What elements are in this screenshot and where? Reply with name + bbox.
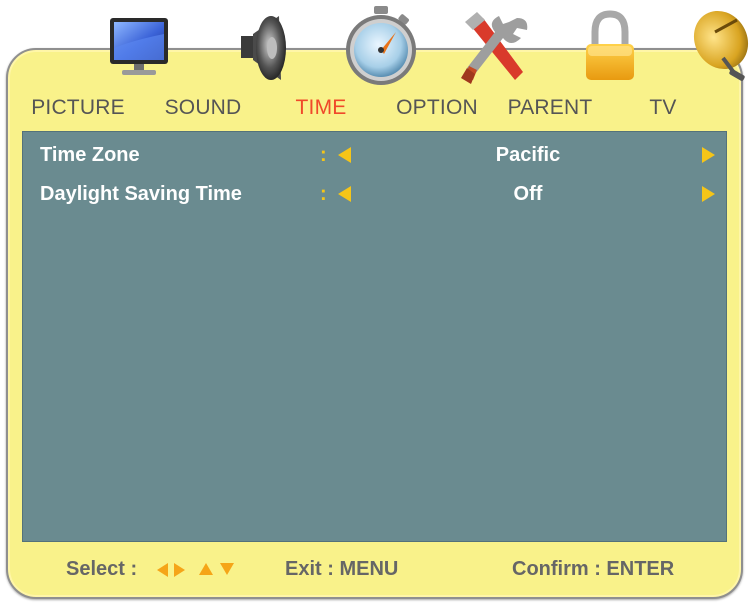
tab-picture[interactable]: PICTURE bbox=[18, 0, 168, 130]
tab-label: PICTURE bbox=[31, 96, 125, 119]
setting-row-daylight-saving-time[interactable]: Daylight Saving Time : Off bbox=[23, 177, 726, 213]
tab-label: SOUND bbox=[164, 96, 242, 119]
down-arrow-icon bbox=[220, 563, 234, 575]
right-arrow-icon[interactable] bbox=[702, 186, 715, 202]
exit-hint: Exit : MENU bbox=[285, 558, 399, 580]
right-arrow-icon bbox=[174, 563, 185, 577]
tab-option[interactable]: OPTION bbox=[377, 0, 528, 130]
left-arrow-icon bbox=[157, 563, 168, 577]
left-arrow-icon[interactable] bbox=[338, 186, 351, 202]
setting-label: Time Zone bbox=[40, 144, 140, 166]
tab-label: TIME bbox=[295, 96, 347, 119]
tab-time[interactable]: TIME bbox=[261, 0, 416, 130]
setting-label: Daylight Saving Time bbox=[40, 183, 242, 205]
select-hint: Select : bbox=[66, 558, 138, 580]
setting-value: Pacific bbox=[495, 144, 561, 166]
settings-panel: Time Zone : Pacific Daylight Saving Time… bbox=[22, 131, 727, 542]
menu-tabs: PICTURE SOUND TIME OPTION PARENT TV bbox=[0, 0, 751, 130]
right-arrow-icon[interactable] bbox=[702, 147, 715, 163]
footer-hints: Select : Exit : MENU Confirm : ENTER bbox=[0, 554, 751, 590]
tab-label: PARENT bbox=[507, 96, 593, 119]
setting-colon: : bbox=[320, 144, 327, 166]
tab-label: TV bbox=[649, 96, 677, 119]
tab-tv[interactable]: TV bbox=[603, 0, 749, 130]
satellite-dish-icon bbox=[693, 10, 749, 81]
left-arrow-icon[interactable] bbox=[338, 147, 351, 163]
setting-row-time-zone[interactable]: Time Zone : Pacific bbox=[23, 138, 726, 174]
tab-label: OPTION bbox=[396, 96, 478, 119]
setting-colon: : bbox=[320, 183, 327, 205]
confirm-hint: Confirm : ENTER bbox=[512, 558, 675, 580]
up-arrow-icon bbox=[199, 563, 213, 575]
tab-sound[interactable]: SOUND bbox=[143, 0, 286, 130]
setting-value: Off bbox=[513, 183, 543, 205]
tab-parent[interactable]: PARENT bbox=[490, 0, 634, 130]
